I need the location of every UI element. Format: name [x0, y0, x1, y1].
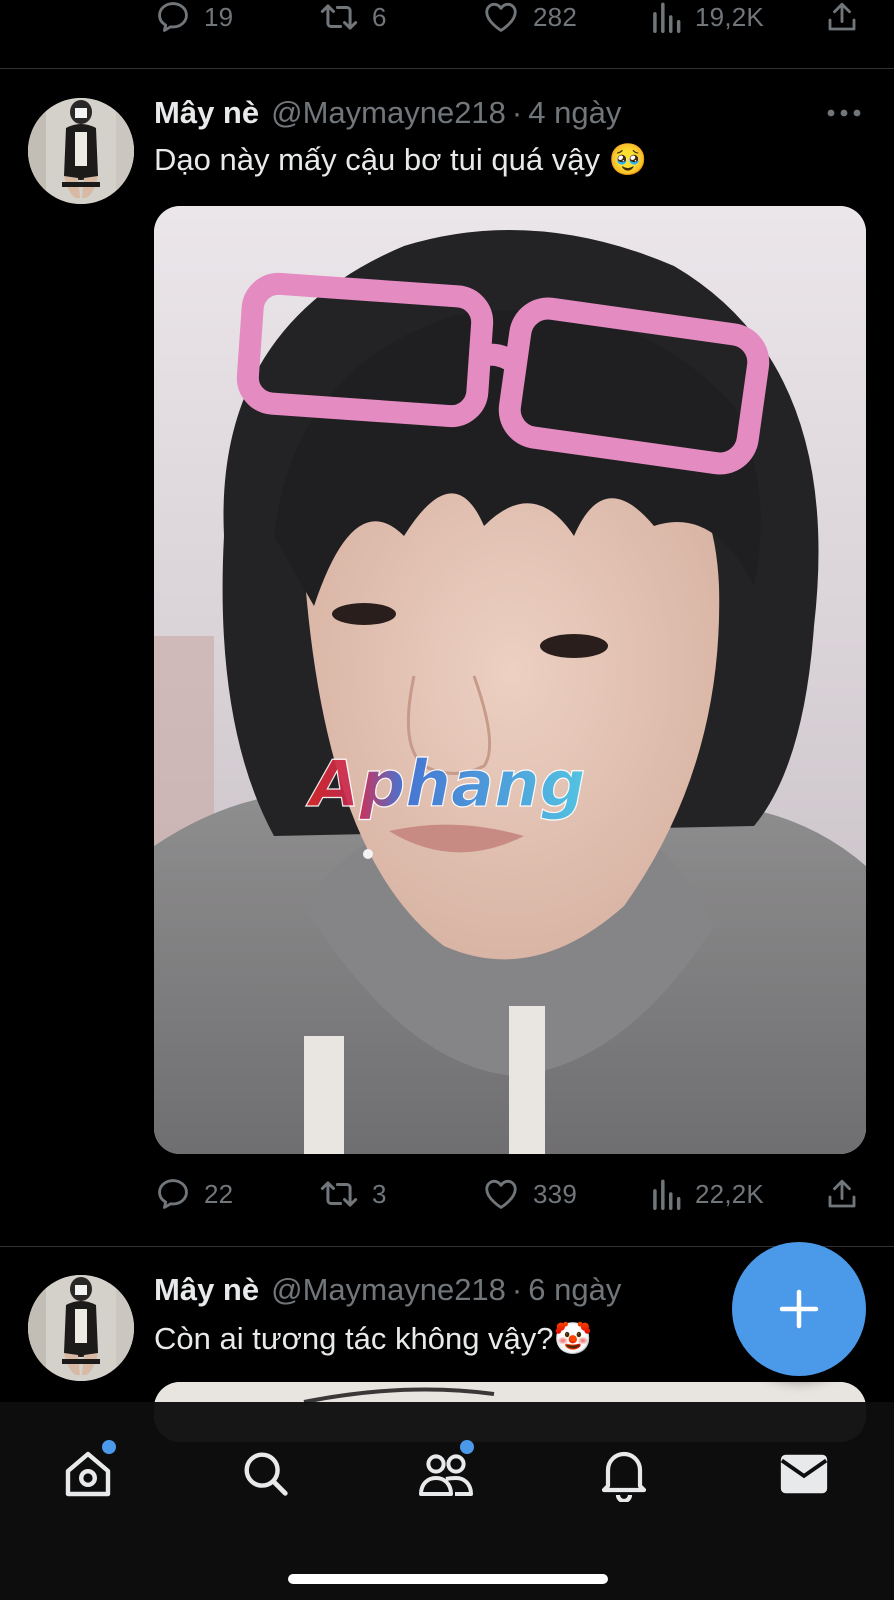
like-count: 339: [533, 1178, 577, 1209]
compose-plus-icon: [779, 1289, 819, 1329]
views-button[interactable]: 22,2K: [649, 1174, 764, 1214]
nav-messages[interactable]: [768, 1438, 840, 1510]
like-button[interactable]: 282: [481, 0, 577, 37]
retweet-button[interactable]: 6: [318, 0, 387, 37]
more-icon: [827, 109, 861, 117]
avatar[interactable]: [28, 1275, 134, 1381]
heart-icon: [485, 1179, 517, 1209]
nav-search[interactable]: [230, 1438, 302, 1510]
messages-icon: [780, 1454, 828, 1494]
home-notification-dot: [102, 1440, 116, 1454]
notifications-icon: [601, 1451, 647, 1502]
search-icon: [244, 1452, 288, 1496]
more-options-button[interactable]: [824, 93, 864, 133]
home-icon: [65, 1451, 111, 1497]
tweet-header: Mây nè @Maymayne218 · 4 ngày: [154, 93, 621, 133]
nav-communities[interactable]: [410, 1438, 482, 1510]
reply-icon: [158, 2, 188, 32]
share-icon: [828, 2, 856, 31]
header-separator: ·: [511, 1272, 523, 1307]
bottom-navigation-bar: [0, 1402, 894, 1600]
reply-count: 19: [204, 1, 234, 32]
communities-icon: [419, 1454, 473, 1496]
tweet-timestamp[interactable]: 6 ngày: [528, 1272, 621, 1308]
tweet-divider: [0, 68, 894, 69]
reply-button[interactable]: 19: [154, 0, 233, 37]
like-button[interactable]: 339: [481, 1174, 577, 1214]
avatar-photo: [28, 98, 134, 204]
reply-icon: [158, 1179, 188, 1209]
retweet-icon: [320, 1181, 358, 1207]
reply-count: 22: [204, 1178, 234, 1209]
retweet-count: 3: [372, 1178, 387, 1209]
reply-button[interactable]: 22: [154, 1174, 233, 1214]
selfie-photo: Aphang: [154, 206, 866, 1154]
communities-notification-dot: [460, 1440, 474, 1454]
tweet-text: Còn ai tương tác không vậy?🤡: [154, 1321, 593, 1356]
views-button[interactable]: 19,2K: [649, 0, 764, 37]
tweet-header: Mây nè @Maymayne218 · 6 ngày: [154, 1270, 621, 1310]
avatar-photo: [28, 1275, 134, 1381]
share-button[interactable]: [824, 1174, 860, 1214]
home-indicator[interactable]: [288, 1574, 608, 1584]
views-icon: [653, 1179, 681, 1210]
nav-home[interactable]: [52, 1438, 124, 1510]
header-separator: ·: [511, 95, 523, 130]
views-icon: [653, 2, 681, 33]
author-name[interactable]: Mây nè: [154, 1272, 259, 1308]
tweet-media-photo[interactable]: Aphang: [154, 206, 866, 1154]
tweet-divider: [0, 1246, 894, 1247]
author-handle[interactable]: @Maymayne218: [271, 1272, 506, 1308]
share-icon: [828, 1179, 856, 1208]
views-count: 19,2K: [695, 1, 764, 32]
nav-notifications[interactable]: [588, 1438, 660, 1510]
heart-icon: [485, 2, 517, 32]
author-handle[interactable]: @Maymayne218: [271, 95, 506, 131]
prev-tweet-action-bar: 19 6 282 19,2K: [0, 0, 894, 37]
retweet-count: 6: [372, 1, 387, 32]
share-button[interactable]: [824, 0, 860, 37]
compose-button[interactable]: [732, 1242, 866, 1376]
tweet-timestamp[interactable]: 4 ngày: [528, 95, 621, 131]
author-name[interactable]: Mây nè: [154, 95, 259, 131]
retweet-icon: [320, 4, 358, 30]
avatar[interactable]: [28, 98, 134, 204]
timeline-screen: 19 6 282 19,2K Mây nè @Maymayne218 · 4 n…: [0, 0, 894, 1600]
retweet-button[interactable]: 3: [318, 1174, 387, 1214]
tweet-text: Dạo này mấy cậu bơ tui quá vậy 🥹: [154, 142, 648, 177]
photo-watermark: Aphang: [305, 748, 585, 822]
views-count: 22,2K: [695, 1178, 764, 1209]
like-count: 282: [533, 1, 577, 32]
tweet-action-bar: 22 3 339 22,2K: [0, 1174, 894, 1214]
